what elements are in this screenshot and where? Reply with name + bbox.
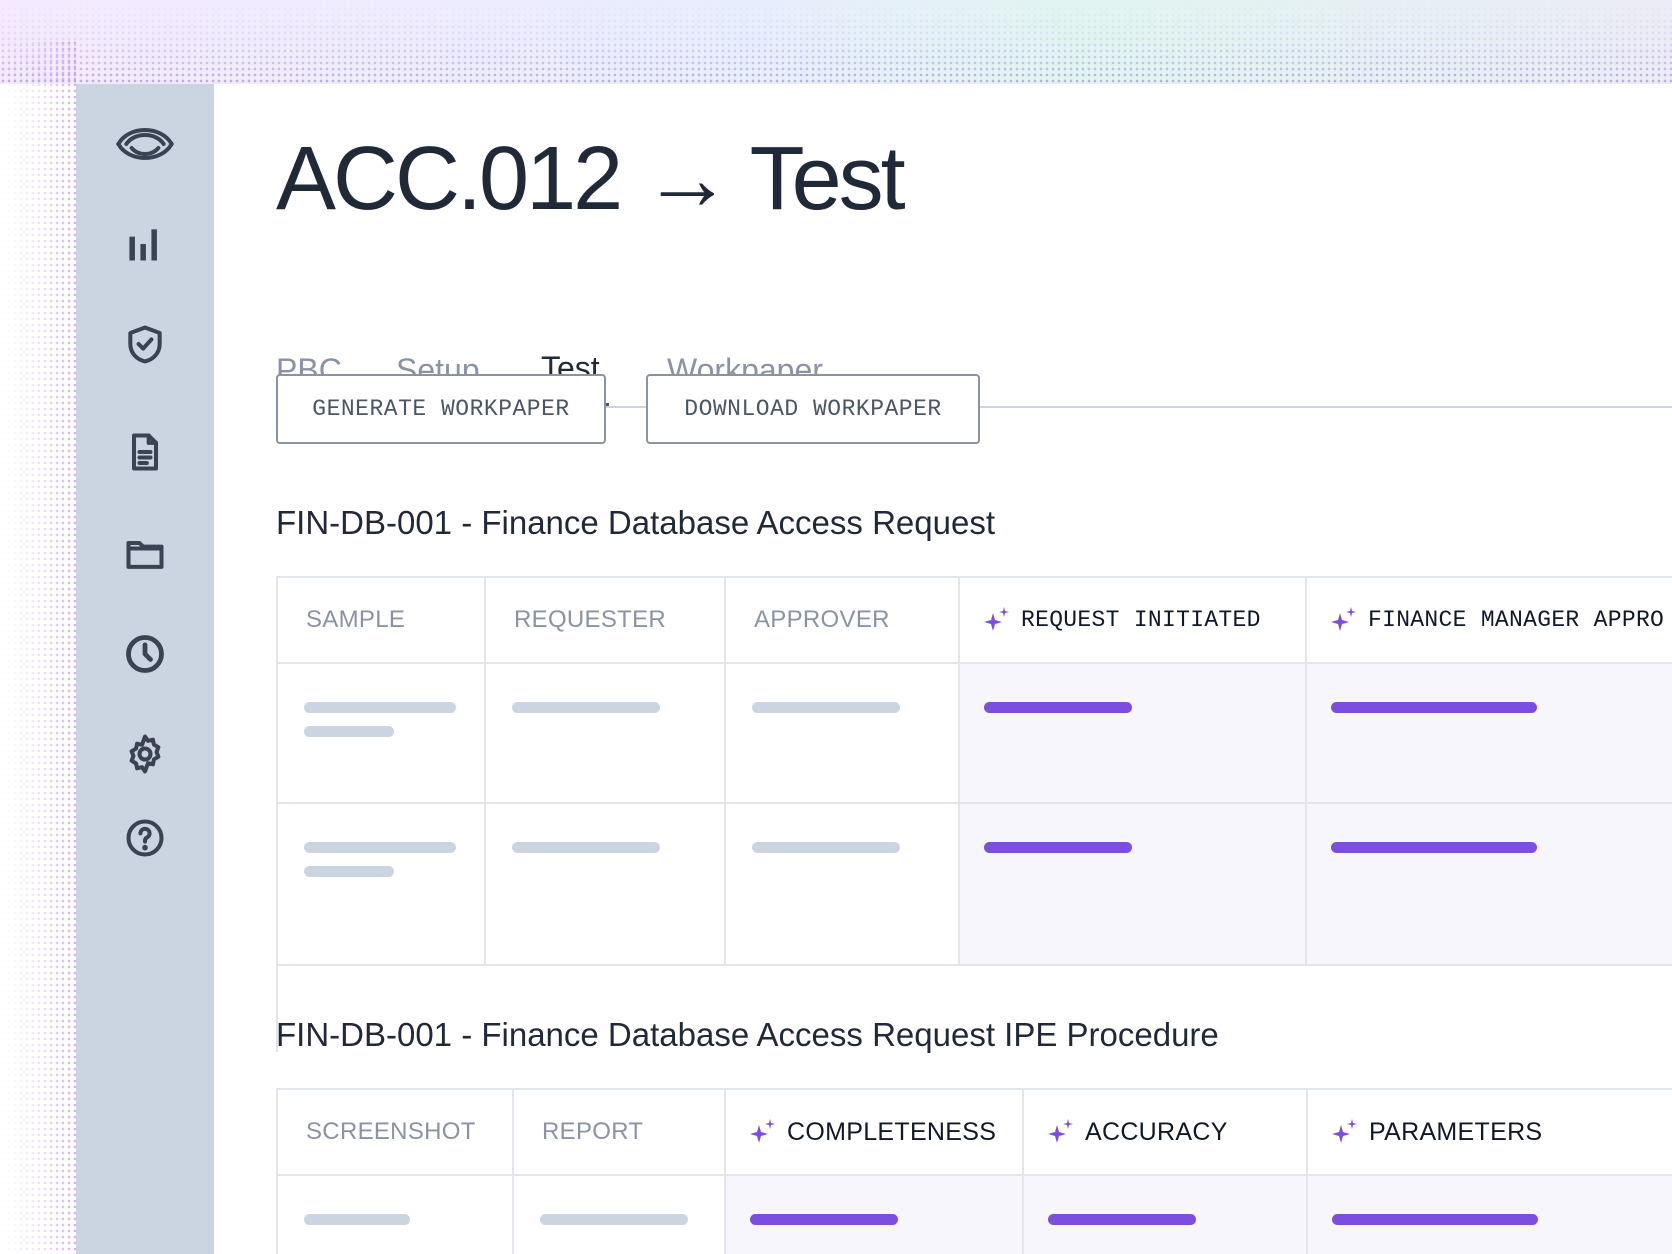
ipe-procedure-table: SCREENSHOT REPORT COMPLETENESS ACCURACY PARA… [276,1088,1672,1254]
table-cell[interactable] [1308,1176,1672,1254]
section-title-ipe-procedure: FIN-DB-001 - Finance Database Access Req… [276,1016,1219,1053]
column-header[interactable]: SAMPLE [278,578,486,664]
table-cell[interactable] [278,804,486,966]
column-header[interactable]: REQUESTER [486,578,726,664]
sparkle-icon [984,607,1009,631]
column-header[interactable]: ACCURACY [1024,1090,1308,1176]
bar-chart-icon[interactable] [115,214,175,274]
sparkle-icon [750,1119,775,1143]
table-cell[interactable] [514,1176,726,1254]
table-cell[interactable] [726,664,960,804]
column-header-label: SCREENSHOT [306,1118,476,1145]
table-cell[interactable] [486,664,726,804]
table-cell[interactable] [1307,804,1672,966]
table-cell[interactable] [960,664,1307,804]
shield-check-icon[interactable] [115,314,175,374]
column-header-label: REQUEST INITIATED [1021,607,1261,633]
text-placeholder [752,702,900,713]
column-header[interactable]: COMPLETENESS [726,1090,1024,1176]
table-cell[interactable] [278,1176,514,1254]
generate-workpaper-button[interactable]: GENERATE WORKPAPER [276,374,606,444]
table-cell[interactable] [278,664,486,804]
decorative-dot-pattern-left [0,40,76,1254]
gear-icon[interactable] [115,724,175,784]
text-placeholder [304,702,456,713]
table-cell[interactable] [1024,1176,1308,1254]
column-header[interactable]: FINANCE MANAGER APPRO [1307,578,1672,664]
table-cell[interactable] [960,804,1307,966]
column-header-label: REQUESTER [514,606,667,633]
column-header-label: ACCURACY [1085,1117,1228,1146]
logo-icon[interactable] [100,114,190,174]
decorative-dot-pattern-top [0,0,1672,84]
sidebar [76,84,214,1254]
table-cell[interactable] [486,804,726,966]
app-window: ACC.012 → Test PBC Setup Test Workpaper … [76,84,1672,1254]
ai-result-placeholder [1331,702,1537,713]
table-cell[interactable] [1307,664,1672,804]
ai-result-placeholder [984,702,1132,713]
column-header-label: APPROVER [754,606,890,633]
clock-icon[interactable] [115,624,175,684]
column-header-label: REPORT [542,1118,644,1145]
sparkle-icon [1048,1119,1073,1143]
column-header-label: SAMPLE [306,606,406,633]
section-title-access-request: FIN-DB-001 - Finance Database Access Req… [276,504,995,541]
column-header-label: PARAMETERS [1369,1117,1543,1146]
sparkle-icon [1331,607,1356,631]
table-cell[interactable] [726,804,960,966]
ai-result-placeholder [1331,842,1537,853]
ai-result-placeholder [1048,1214,1196,1225]
access-request-table: SAMPLE REQUESTER APPROVER REQUEST INITIATED… [276,576,1672,1052]
main-content: ACC.012 → Test PBC Setup Test Workpaper … [214,84,1672,1254]
column-header-label: FINANCE MANAGER APPRO [1368,607,1665,633]
ai-result-placeholder [750,1214,898,1225]
text-placeholder [304,842,456,853]
document-icon[interactable] [115,422,175,482]
page-title: ACC.012 → Test [276,129,906,229]
help-icon[interactable] [115,808,175,868]
column-header-label: COMPLETENESS [787,1117,997,1146]
ai-result-placeholder [1332,1214,1538,1225]
column-header[interactable]: APPROVER [726,578,960,664]
download-workpaper-button[interactable]: DOWNLOAD WORKPAPER [646,374,980,444]
text-placeholder [752,842,900,853]
ai-result-placeholder [984,842,1132,853]
text-placeholder [512,702,660,713]
text-placeholder [304,1214,410,1225]
text-placeholder [540,1214,688,1225]
column-header[interactable]: REQUEST INITIATED [960,578,1307,664]
column-header[interactable]: REPORT [514,1090,726,1176]
text-placeholder [304,866,394,877]
table-cell[interactable] [726,1176,1024,1254]
sparkle-icon [1332,1119,1357,1143]
text-placeholder [304,726,394,737]
text-placeholder [512,842,660,853]
column-header[interactable]: SCREENSHOT [278,1090,514,1176]
column-header[interactable]: PARAMETERS [1308,1090,1672,1176]
folder-icon[interactable] [115,524,175,584]
